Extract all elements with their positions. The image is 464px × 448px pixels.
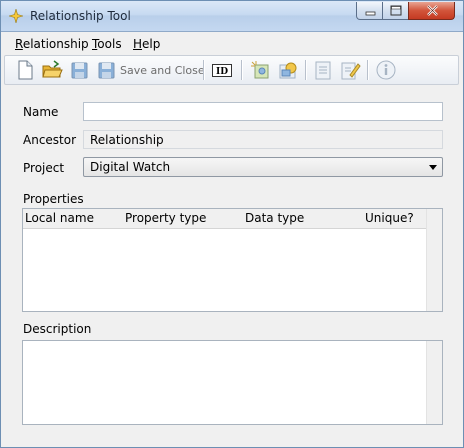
- project-label: Project: [23, 161, 65, 175]
- relationship-tool-window: Relationship Tool Relationship Tools Hel…: [0, 0, 464, 448]
- add-property-button[interactable]: [249, 59, 271, 81]
- save-and-close-label[interactable]: Save and Close: [120, 64, 205, 77]
- open-button[interactable]: [41, 59, 63, 81]
- new-button[interactable]: [15, 59, 35, 81]
- edit-property-icon: [279, 62, 297, 79]
- column-property-type[interactable]: Property type: [125, 211, 206, 225]
- minimize-icon: [365, 11, 376, 16]
- id-button[interactable]: ID: [211, 59, 233, 81]
- project-select[interactable]: Digital Watch: [83, 157, 443, 177]
- dropdown-arrow-icon[interactable]: [429, 165, 437, 170]
- info-icon: [376, 60, 396, 80]
- save-button[interactable]: [69, 59, 89, 81]
- menu-bar: Relationship Tools Help: [1, 32, 463, 54]
- toolbar: Save and Close ID: [4, 55, 459, 85]
- menu-tools[interactable]: Tools: [92, 37, 122, 51]
- id-card-icon: ID: [212, 64, 232, 77]
- minimize-button[interactable]: [356, 2, 383, 20]
- add-property-icon: [251, 61, 269, 79]
- window-title: Relationship Tool: [30, 9, 131, 23]
- column-local-name[interactable]: Local name: [25, 211, 94, 225]
- edit-document-icon: [341, 62, 361, 80]
- open-folder-icon: [42, 60, 63, 78]
- menu-help[interactable]: Help: [133, 37, 160, 51]
- name-label: Name: [23, 105, 59, 119]
- save-and-close-button[interactable]: [97, 59, 117, 81]
- project-select-value: Digital Watch: [90, 160, 171, 174]
- toolbar-separator: [241, 60, 243, 80]
- list-document-icon: [315, 61, 331, 80]
- save-disk-icon: [71, 62, 88, 79]
- ancestor-field: Relationship: [83, 130, 443, 149]
- column-data-type[interactable]: Data type: [245, 211, 304, 225]
- close-icon: [427, 5, 438, 16]
- new-document-icon: [18, 60, 33, 80]
- app-sparkle-icon: [7, 7, 25, 25]
- toolbar-separator: [367, 60, 369, 80]
- column-unique[interactable]: Unique?: [365, 211, 414, 225]
- close-button[interactable]: [408, 2, 455, 20]
- maximize-icon: [390, 5, 402, 16]
- save-close-disk-icon: [98, 62, 115, 79]
- properties-scrollbar[interactable]: [426, 209, 442, 311]
- name-field[interactable]: [83, 102, 443, 121]
- toolbar-separator: [305, 60, 307, 80]
- title-bar[interactable]: Relationship Tool: [1, 1, 463, 32]
- maximize-button[interactable]: [382, 2, 409, 20]
- properties-table-header: Local name Property type Data type Uniqu…: [23, 209, 428, 229]
- ancestor-label: Ancestor: [23, 133, 77, 147]
- toolbar-separator: [203, 60, 205, 80]
- list-button[interactable]: [313, 59, 333, 81]
- edit-document-button[interactable]: [339, 59, 361, 81]
- menu-relationship[interactable]: Relationship: [15, 37, 89, 51]
- info-button[interactable]: [375, 59, 397, 81]
- properties-label: Properties: [23, 192, 84, 206]
- properties-table[interactable]: Local name Property type Data type Uniqu…: [22, 208, 443, 312]
- edit-property-button[interactable]: [277, 59, 299, 81]
- description-scrollbar[interactable]: [426, 341, 442, 424]
- description-field[interactable]: [22, 340, 443, 425]
- description-label: Description: [23, 322, 92, 336]
- svg-text:ID: ID: [216, 67, 228, 77]
